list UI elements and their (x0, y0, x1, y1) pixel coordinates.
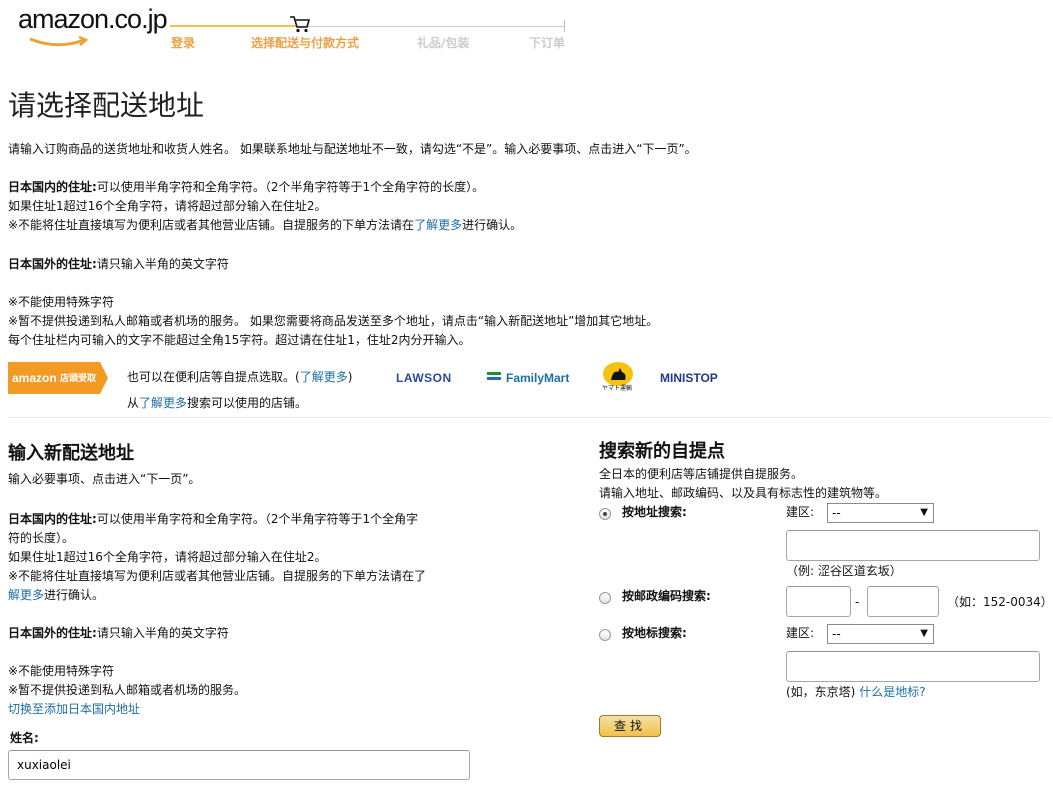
na-domestic-line3-text: ※不能将住址直接填写为便利店或者其他营业店铺。自提服务的下单方法请在了 (8, 569, 427, 583)
na-domestic-line3b: 解更多进行确认。 (8, 586, 104, 605)
page-title: 请选择配送地址 (8, 89, 205, 122)
note-special-chars: ※不能使用特殊字符 (8, 295, 115, 309)
black-cat-icon (611, 368, 626, 380)
new-address-subtitle: 输入必要事项、点击进入“下一页”。 (8, 472, 201, 486)
smile-arrow-icon (29, 36, 89, 47)
ministop-logo: MINISTOP (660, 371, 718, 385)
postal-code-first-input[interactable] (786, 586, 851, 617)
domestic-line3-suffix: 进行确认。 (462, 218, 523, 232)
pickup-line2: 从了解更多搜索可以使用的店铺。 (127, 394, 307, 413)
overseas-label: 日本国外的住址: (8, 257, 97, 271)
by-postal-label: 按邮政编码搜索: (622, 589, 711, 603)
domestic-label: 日本国内的住址: (8, 180, 97, 194)
domestic-rule-text: 可以使用半角字符和全角字符。（2个半角字符等于1个全角字符的长度）。 (96, 180, 485, 194)
prefecture-label: 建区: (786, 505, 815, 519)
by-landmark-label: 按地标搜索: (622, 626, 687, 640)
address-hint: （例: 涩谷区道玄坂） (786, 564, 902, 578)
landmark-prefecture-select[interactable]: -- ▼ (827, 624, 934, 644)
landmark-hint: (如，东京塔) 什么是地标? (786, 683, 926, 702)
na-note-special-chars: ※不能使用特殊字符 (8, 664, 115, 678)
search-pickup-desc1: 全日本的便利店等店铺提供自提服务。 (599, 467, 804, 481)
postal-hint: （如：152-0034） (947, 595, 1053, 609)
domestic-line3-text: ※不能将住址直接填写为便利店或者其他营业店铺。自提服务的下单方法请在 (8, 218, 415, 232)
radio-by-address[interactable] (599, 508, 611, 520)
switch-domestic-link[interactable]: 切换至添加日本国内地址 (8, 700, 140, 719)
familymart-stripe2-icon (487, 377, 501, 380)
na-note-no-po-box: ※暂不提供投递到私人邮箱或者机场的服务。 (8, 683, 247, 697)
progress-bar-completed (170, 25, 297, 27)
na-learn-more-link[interactable]: 解更多 (8, 588, 44, 602)
yamato-cat-icon (603, 362, 633, 386)
postal-code-second-input[interactable] (867, 586, 939, 617)
landmark-prefecture-label: 建区: (786, 626, 815, 640)
step-gift-wrap: 礼品/包装 (417, 36, 470, 50)
na-domestic-line2: 如果住址1超过16个全角字符，请将超过部分输入在住址2。 (8, 550, 327, 564)
na-domestic-line3-suffix: 进行确认。 (44, 588, 105, 602)
step-signin: 登录 (171, 36, 196, 50)
pickup-line1-suffix: ) (347, 370, 353, 384)
yamato-logo: ヤマト運輸 (602, 385, 633, 392)
familymart-logo: FamilyMart (506, 371, 570, 385)
section-divider (8, 417, 1051, 418)
radio-by-postal[interactable] (599, 592, 611, 604)
by-address-label: 按地址搜索: (622, 505, 687, 519)
lawson-logo: LAWSON (396, 371, 452, 385)
name-label: 姓名: (10, 731, 39, 745)
prefecture-select[interactable]: -- ▼ (827, 503, 934, 523)
landmark-search-input[interactable] (786, 651, 1040, 682)
pickup-badge-text: 店頭受取 (60, 374, 97, 384)
domestic-line3: ※不能将住址直接填写为便利店或者其他营业店铺。自提服务的下单方法请在了解更多进行… (8, 216, 522, 235)
new-address-title: 输入新配送地址 (8, 443, 134, 464)
dropdown-arrow-icon: ▼ (920, 507, 928, 518)
landmark-hint-text: (如，东京塔) (786, 685, 856, 699)
address-search-input[interactable] (786, 530, 1040, 561)
pickup-line1: 也可以在便利店等自提点选取。(了解更多) (127, 368, 352, 387)
pickup-line1-text: 也可以在便利店等自提点选取。( (127, 370, 300, 384)
pickup-line2-text: 从 (127, 396, 140, 410)
logo-wordmark: amazon.co.jp (18, 4, 168, 34)
pickup-badge-brand: amazon (12, 371, 57, 385)
what-is-landmark-link[interactable]: 什么是地标? (859, 685, 925, 699)
na-domestic-label: 日本国内的住址: (8, 512, 97, 526)
domestic-rule: 日本国内的住址:可以使用半角字符和全角字符。（2个半角字符等于1个全角字符的长度… (8, 178, 484, 197)
intro-text: 请输入订购商品的送货地址和收货人姓名。 如果联系地址与配送地址不一致，请勾选“不… (8, 142, 697, 156)
step-shipping-payment: 选择配送与付款方式 (251, 36, 360, 50)
na-domestic-line3a: ※不能将住址直接填写为便利店或者其他营业店铺。自提服务的下单方法请在了 (8, 567, 426, 586)
postal-dash: - (855, 595, 860, 609)
dropdown-arrow-icon: ▼ (920, 628, 928, 639)
familymart-stripe-icon (487, 372, 501, 375)
na-domestic-rule-cont: 符的长度）。 (8, 531, 75, 545)
progress-bar-end (564, 20, 565, 32)
overseas-rule: 日本国外的住址:请只输入半角的英文字符 (8, 255, 229, 274)
note-length-limit: 每个住址栏内可输入的文字不能超过全角15字符。超过请在住址1，住址2内分开输入。 (8, 333, 471, 347)
cart-icon (290, 16, 311, 33)
na-overseas-rule-text: 请只输入半角的英文字符 (96, 626, 229, 640)
prefecture-select-value: -- (832, 506, 841, 520)
pickup-search-link[interactable]: 了解更多 (139, 396, 187, 410)
amazon-logo[interactable]: amazon.co.jp (18, 4, 168, 50)
na-domestic-rule: 日本国内的住址:可以使用半角字符和全角字符。（2个半角字符等于1个全角字 (8, 510, 418, 529)
na-overseas-label: 日本国外的住址: (8, 626, 97, 640)
search-button[interactable]: 查找 (599, 715, 661, 737)
landmark-select-value: -- (832, 627, 841, 641)
pickup-learn-more-link[interactable]: 了解更多 (300, 370, 348, 384)
search-pickup-desc2: 请输入地址、邮政编码、以及具有标志性的建筑物等。 (599, 486, 888, 500)
na-domestic-rule-text: 可以使用半角字符和全角字符。（2个半角字符等于1个全角字 (96, 512, 419, 526)
overseas-rule-text: 请只输入半角的英文字符 (96, 257, 229, 271)
note-no-po-box: ※暂不提供投递到私人邮箱或者机场的服务。 如果您需要将商品发送至多个地址，请点击… (8, 314, 659, 328)
domestic-line2: 如果住址1超过16个全角字符，请将超过部分输入在住址2。 (8, 199, 327, 213)
search-pickup-title: 搜索新的自提点 (599, 441, 725, 462)
progress-bar-remaining (297, 26, 565, 27)
na-overseas-rule: 日本国外的住址:请只输入半角的英文字符 (8, 624, 229, 643)
pickup-line2-suffix: 搜索可以使用的店铺。 (187, 396, 308, 410)
radio-by-landmark[interactable] (599, 629, 611, 641)
step-place-order: 下订单 (529, 36, 566, 50)
name-input[interactable] (8, 750, 470, 780)
learn-more-link[interactable]: 了解更多 (414, 218, 462, 232)
